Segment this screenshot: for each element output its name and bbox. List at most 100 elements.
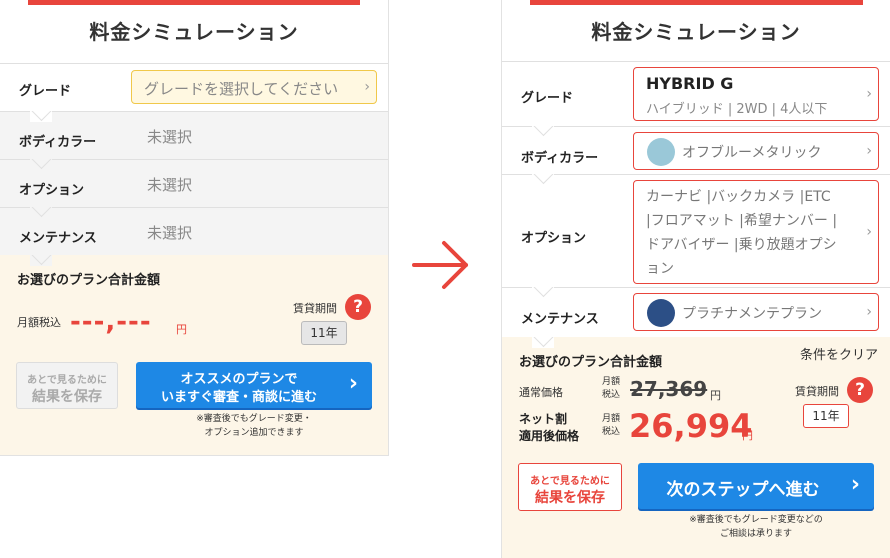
save-button-label: 結果を保存 — [535, 490, 605, 506]
monthly-tax-label: 月額 税込 — [602, 413, 620, 439]
note-line-2: オプション追加できます — [204, 428, 304, 438]
tax-label: 税込 — [602, 427, 621, 437]
option-line-1: カーナビ |バックカメラ |ETC — [646, 189, 831, 205]
option-line-3: ドアバイザー |乗り放題オプシ — [646, 237, 837, 253]
yen-unit: 円 — [176, 323, 187, 336]
net-discount-label: ネット割 適用後価格 — [519, 411, 579, 445]
row-divider-notch — [532, 174, 554, 185]
body-color-row[interactable]: ボディカラー 未選択 — [0, 111, 388, 159]
net-label-line-1: ネット割 — [519, 412, 568, 426]
yen-unit: 円 — [742, 429, 753, 442]
transition-arrow — [410, 234, 472, 296]
chevron-right-icon: › — [364, 79, 370, 95]
normal-price: 27,369 — [630, 377, 708, 401]
maintenance-select[interactable]: プラチナメンテプラン › — [633, 293, 879, 331]
option-list: カーナビ |バックカメラ |ETC |フロアマット |希望ナンバー | ドアバイ… — [646, 185, 837, 281]
review-note: ※審査後でもグレード変更・ オプション追加できます — [136, 412, 372, 440]
body-color-label: ボディカラー — [19, 135, 97, 150]
rental-term-label: 賃貸期間 — [795, 385, 839, 398]
simulator-panel-after: 料金シミュレーション グレード HYBRID G ハイブリッド | 2WD | … — [501, 0, 890, 558]
grade-select[interactable]: HYBRID G ハイブリッド | 2WD | 4人以下 › — [633, 67, 879, 121]
maintenance-row[interactable]: メンテナンス 未選択 — [0, 207, 388, 255]
total-price-placeholder: ---,--- — [70, 307, 152, 337]
grade-placeholder: グレードを選択してください — [144, 80, 339, 98]
normal-price-label: 通常価格 — [519, 386, 563, 399]
page-title: 料金シミュレーション — [591, 20, 801, 44]
body-color-label: ボディカラー — [521, 151, 599, 166]
maintenance-value: プラチナメンテプラン — [682, 306, 822, 322]
grade-row[interactable]: グレード グレードを選択してください › — [0, 63, 388, 111]
maintenance-label: メンテナンス — [19, 231, 97, 246]
grade-label: グレード — [19, 84, 72, 99]
rental-term-value: 11年 — [803, 404, 849, 428]
start-review-button[interactable]: オススメのプランで いますぐ審査・商談に進む › — [136, 362, 372, 408]
net-price: 26,994 — [629, 407, 753, 445]
monthly-tax-label: 月額税込 — [17, 316, 61, 329]
monthly-tax-label: 月額 税込 — [602, 376, 620, 402]
maintenance-row[interactable]: メンテナンス プラチナメンテプラン › — [502, 287, 890, 337]
page-title: 料金シミュレーション — [89, 20, 299, 44]
header-accent-bar — [530, 0, 863, 5]
chevron-right-icon: › — [866, 224, 872, 240]
grade-select[interactable]: グレードを選択してください › — [131, 70, 377, 104]
row-divider-notch — [532, 287, 554, 298]
yen-unit: 円 — [710, 389, 721, 402]
option-label: オプション — [19, 183, 85, 198]
header-accent-bar — [28, 0, 360, 5]
note-line-2: ご相談は承ります — [719, 529, 792, 539]
plan-summary: お選びのプラン合計金額 月額税込 ---,--- 円 賃貸期間 ? 11年 あと… — [0, 255, 388, 455]
cta-line-1: オススメのプランで — [180, 372, 298, 387]
rental-term-value: 11年 — [301, 321, 347, 345]
row-divider-notch — [532, 337, 554, 348]
chevron-right-icon: › — [850, 472, 860, 497]
save-result-button[interactable]: あとで見るために 結果を保存 — [518, 463, 622, 511]
option-row[interactable]: オプション カーナビ |バックカメラ |ETC |フロアマット |希望ナンバー … — [502, 174, 890, 287]
save-button-label: 結果を保存 — [32, 389, 102, 405]
clear-conditions-link[interactable]: 条件をクリア — [800, 344, 878, 363]
rental-term-label: 賃貸期間 — [293, 302, 337, 315]
row-divider-notch — [30, 111, 52, 122]
option-line-2: |フロアマット |希望ナンバー | — [646, 213, 838, 229]
row-divider-notch — [532, 126, 554, 137]
maintenance-label: メンテナンス — [521, 312, 599, 327]
body-color-row[interactable]: ボディカラー オフブルーメタリック › — [502, 126, 890, 174]
plan-swatch-icon — [647, 299, 675, 327]
row-divider-notch — [30, 207, 52, 218]
option-label: オプション — [521, 231, 587, 246]
chevron-right-icon: › — [348, 371, 358, 396]
grade-detail: ハイブリッド | 2WD | 4人以下 — [646, 102, 828, 117]
monthly-label: 月額 — [602, 414, 621, 424]
color-swatch-icon — [647, 138, 675, 166]
cta-line-2: いますぐ審査・商談に進む — [160, 390, 317, 405]
chevron-right-icon: › — [866, 304, 872, 320]
help-icon[interactable]: ? — [847, 377, 873, 403]
option-line-4: ョン — [646, 261, 674, 277]
row-divider-notch — [30, 159, 52, 170]
option-select[interactable]: カーナビ |バックカメラ |ETC |フロアマット |希望ナンバー | ドアバイ… — [633, 180, 879, 284]
summary-title: お選びのプラン合計金額 — [17, 273, 161, 288]
maintenance-value: 未選択 — [147, 224, 193, 242]
option-value: 未選択 — [147, 176, 193, 194]
review-note: ※審査後でもグレード変更などの ご相談は承ります — [638, 513, 874, 541]
plan-summary: お選びのプラン合計金額 条件をクリア 通常価格 月額 税込 27,369 円 ネ… — [502, 337, 890, 558]
body-color-select[interactable]: オフブルーメタリック › — [633, 132, 879, 170]
net-label-line-2: 適用後価格 — [519, 429, 580, 443]
note-line-1: ※審査後でもグレード変更・ — [196, 414, 312, 424]
note-line-1: ※審査後でもグレード変更などの — [689, 515, 823, 525]
simulator-panel-before: 料金シミュレーション グレード グレードを選択してください › ボディカラー 未… — [0, 0, 389, 456]
next-step-button[interactable]: 次のステップへ進む › — [638, 463, 874, 509]
save-result-button[interactable]: あとで見るために 結果を保存 — [16, 362, 118, 409]
save-button-caption: あとで見るために — [530, 476, 610, 487]
grade-label: グレード — [521, 91, 574, 106]
tax-label: 税込 — [602, 390, 621, 400]
summary-title: お選びのプラン合計金額 — [519, 355, 663, 370]
monthly-label: 月額 — [602, 377, 621, 387]
chevron-right-icon: › — [866, 143, 872, 159]
body-color-value: 未選択 — [147, 128, 193, 146]
save-button-caption: あとで見るために — [27, 375, 107, 386]
next-step-label: 次のステップへ進む — [666, 480, 820, 500]
help-icon[interactable]: ? — [345, 294, 371, 320]
chevron-right-icon: › — [866, 86, 872, 102]
option-row[interactable]: オプション 未選択 — [0, 159, 388, 207]
grade-row[interactable]: グレード HYBRID G ハイブリッド | 2WD | 4人以下 › — [502, 61, 890, 126]
